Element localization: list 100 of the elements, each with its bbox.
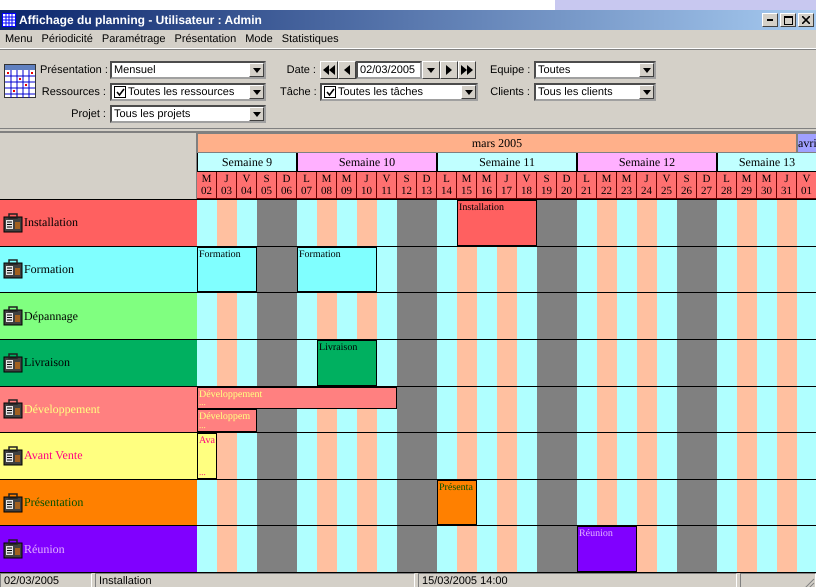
field-label: Date :	[286, 64, 316, 76]
dropdown-button[interactable]	[249, 107, 264, 121]
caret-icon	[252, 112, 260, 116]
dropdown-button[interactable]	[249, 85, 264, 99]
maximize-button[interactable]	[780, 13, 796, 27]
task-label: Développem	[199, 411, 250, 422]
resource-header[interactable]: Livraison	[0, 340, 197, 386]
task-bar-segment[interactable]	[517, 200, 537, 246]
day-header: M 02	[197, 172, 217, 199]
task-bar-segment[interactable]	[377, 386, 397, 410]
dropdown-field[interactable]: Tous les clients	[534, 83, 656, 101]
day-cell	[637, 293, 657, 339]
field-label: Projet :	[70, 108, 106, 120]
task-label: Livraison	[319, 342, 358, 353]
day-header: J 03	[217, 172, 237, 199]
day-cell	[797, 293, 816, 339]
month-header: mars 2005	[197, 133, 797, 153]
resource-header[interactable]: Installation	[0, 200, 197, 246]
calendar-icon	[2, 13, 16, 27]
day-header: V 18	[517, 172, 537, 199]
caret-icon	[642, 68, 650, 72]
day-header: S 19	[537, 172, 557, 199]
dropdown-button[interactable]	[639, 63, 654, 77]
menu-item[interactable]: Présentation	[171, 33, 242, 45]
dropdown-field[interactable]: Mensuel	[110, 61, 266, 79]
task-label: Formation	[299, 248, 341, 260]
maximize-icon	[784, 16, 792, 24]
calendar-icon[interactable]	[4, 64, 36, 98]
resize-grip-icon[interactable]	[804, 578, 815, 587]
field-label: Ressources :	[40, 86, 106, 98]
status-panel: 15/03/2005 14:00	[418, 573, 737, 587]
field-label: Tâche :	[280, 86, 316, 98]
resource-header[interactable]: Réunion	[0, 526, 197, 572]
day-header: M 09	[337, 172, 357, 199]
checkbox[interactable]	[324, 86, 336, 98]
day-cell	[577, 293, 597, 339]
day-header: V 01	[797, 172, 816, 199]
resource-name: Réunion	[24, 542, 65, 557]
cabinet-icon	[3, 306, 23, 326]
task-bar-segment[interactable]	[197, 433, 217, 479]
double-right-arrow-icon	[461, 65, 473, 75]
menu-item[interactable]: Mode	[242, 33, 279, 45]
task-label: Réunion	[579, 528, 613, 540]
close-button[interactable]	[798, 13, 814, 27]
resource-header[interactable]: Avant Vente	[0, 433, 197, 479]
day-cell	[277, 293, 297, 339]
day-cell	[417, 293, 437, 339]
menu-item[interactable]: Périodicité	[38, 33, 99, 45]
day-header: D 06	[277, 172, 297, 199]
day-header: L 21	[577, 172, 597, 199]
task-bar-segment[interactable]	[357, 340, 377, 386]
day-cell	[677, 293, 697, 339]
cabinet-icon	[3, 352, 23, 373]
resource-name: Installation	[24, 215, 78, 230]
date-field[interactable]: 02/03/2005	[356, 61, 422, 79]
resource-name: Avant Vente	[24, 448, 83, 464]
right-arrow-icon	[446, 65, 452, 75]
menu-item[interactable]: Statistiques	[278, 33, 345, 45]
day-cell	[617, 293, 637, 339]
task-label: Ava	[199, 435, 215, 446]
resource-header[interactable]: Formation	[0, 246, 197, 292]
last-button[interactable]	[458, 61, 476, 79]
dropdown-button[interactable]	[639, 85, 654, 99]
next-button[interactable]	[440, 61, 458, 79]
minimize-button[interactable]	[762, 13, 778, 27]
window-title: Affichage du planning - Utilisateur : Admin	[19, 13, 262, 27]
week-header: Semaine 11	[437, 153, 577, 172]
dropdown-field[interactable]: Tous les projets	[110, 105, 266, 123]
menu-item[interactable]: Paramétrage	[98, 33, 172, 45]
task-label: Développement	[199, 388, 262, 400]
day-header: V 11	[377, 172, 397, 199]
day-header: J 24	[637, 172, 657, 199]
dropdown-button[interactable]	[249, 63, 264, 77]
day-header: L 14	[437, 172, 457, 199]
task-bar-segment[interactable]	[357, 246, 377, 292]
first-button[interactable]	[320, 61, 338, 79]
resource-header[interactable]: Présentation	[0, 480, 197, 526]
cabinet-icon	[3, 212, 23, 233]
dropdown-field[interactable]: Toutes les tâches	[320, 83, 478, 101]
previous-button[interactable]	[338, 61, 356, 79]
day-cell	[497, 293, 517, 339]
dropdown-button[interactable]	[422, 61, 440, 79]
dropdown-button[interactable]	[461, 85, 476, 99]
day-header: D 13	[417, 172, 437, 199]
dropdown-field[interactable]: Toutes les ressources	[110, 83, 266, 101]
day-header: J 17	[497, 172, 517, 199]
day-cell	[237, 293, 257, 339]
status-panel: Installation	[95, 573, 415, 587]
day-header: M 15	[457, 172, 477, 199]
resource-header[interactable]: Dépannage	[0, 293, 197, 339]
cabinet-icon	[3, 446, 23, 466]
day-cell	[537, 293, 557, 339]
status-panel: 02/03/2005	[0, 573, 92, 587]
day-cell	[257, 293, 277, 339]
day-cell	[717, 293, 737, 339]
checkbox[interactable]	[114, 86, 126, 98]
menu-item[interactable]: Menu	[2, 33, 39, 45]
day-cell	[197, 293, 217, 339]
resource-name: Présentation	[24, 495, 84, 510]
dropdown-field[interactable]: Toutes	[534, 61, 656, 79]
